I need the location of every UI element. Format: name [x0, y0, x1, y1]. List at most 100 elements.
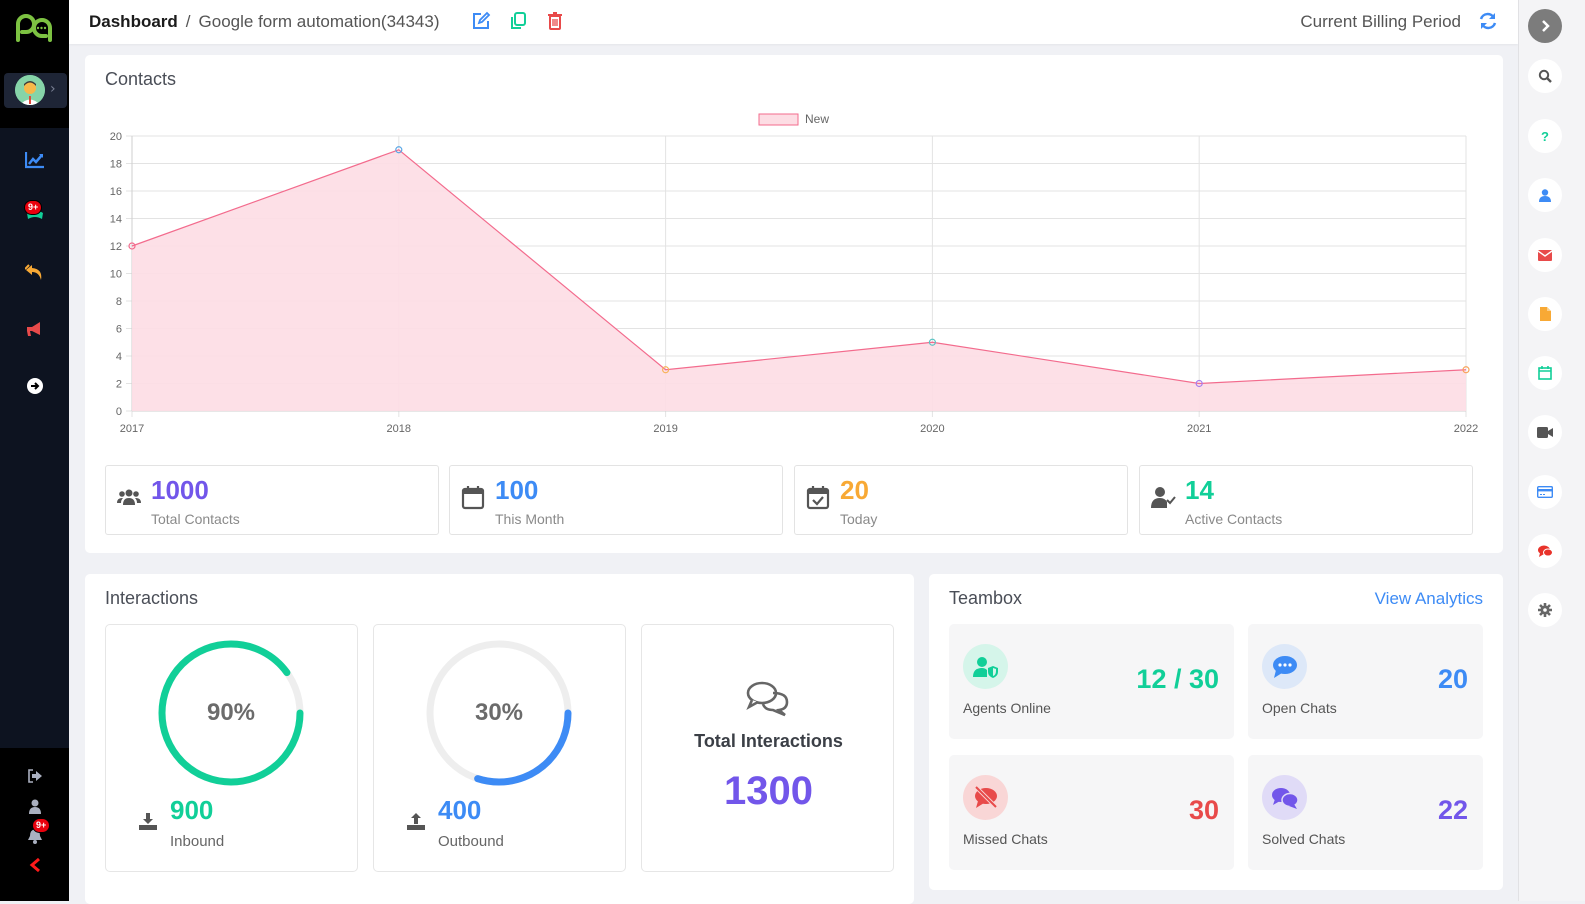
logout-icon	[27, 769, 42, 783]
billing-period-label: Current Billing Period	[1300, 12, 1461, 31]
agents-icon-circle	[963, 644, 1008, 689]
teambox-title: Teambox	[949, 588, 1023, 608]
rail-email-button[interactable]	[1528, 238, 1562, 272]
copy-icon[interactable]	[508, 11, 528, 31]
outbound-percent: 30%	[474, 699, 524, 726]
sidebar-item-replies[interactable]	[0, 252, 69, 292]
rail-help-button[interactable]: ?	[1528, 119, 1562, 153]
contact-icon	[1539, 188, 1551, 202]
calendar-icon	[461, 486, 485, 510]
sidebar-item-analytics[interactable]	[0, 140, 69, 180]
stat-this-month: 100 This Month	[449, 465, 783, 535]
tile-value: 22	[1437, 795, 1468, 825]
teambox-card: Teambox View Analytics Agents Online 12 …	[929, 574, 1503, 890]
profile-switcher[interactable]: ›	[4, 73, 67, 108]
tile-solved-chats[interactable]: Solved Chats 22	[1248, 755, 1483, 870]
y-tick-label: 8	[116, 296, 122, 308]
rail-search-button[interactable]	[1528, 59, 1562, 93]
tile-label: Solved Chats	[1262, 831, 1346, 847]
chevron-left-icon	[29, 857, 40, 873]
rail-document-button[interactable]	[1528, 297, 1562, 331]
calendar-check-icon	[806, 486, 830, 510]
stat-label: Total Contacts	[151, 511, 240, 527]
refresh-icon[interactable]	[1478, 11, 1498, 31]
search-icon	[1538, 69, 1552, 83]
top-header: Dashboard / Google form automation(34343…	[69, 0, 1518, 44]
right-rail: ?	[1518, 0, 1585, 901]
user-check-icon	[1151, 487, 1176, 508]
solved-chats-icon-circle	[1262, 775, 1307, 820]
reply-all-icon	[24, 264, 41, 280]
email-icon	[1538, 249, 1552, 261]
stat-value: 1000	[151, 475, 209, 505]
total-interactions-value: 1300	[724, 769, 813, 813]
upload-icon	[407, 813, 425, 830]
video-icon	[1537, 426, 1553, 438]
tile-agents-online[interactable]: Agents Online 12 / 30	[949, 624, 1234, 739]
comment-dots-icon	[1272, 655, 1297, 678]
comments-icon	[1538, 545, 1553, 557]
y-tick-label: 20	[110, 131, 122, 143]
stat-label: Today	[840, 511, 878, 527]
series-area	[132, 149, 1466, 411]
sidebar-item-chats[interactable]: 9+	[0, 194, 69, 234]
tile-label: Missed Chats	[963, 831, 1048, 847]
sidebar-item-go[interactable]	[0, 366, 69, 406]
app-logo[interactable]	[14, 14, 54, 44]
stat-value: 14	[1185, 475, 1214, 505]
y-tick-label: 16	[110, 186, 122, 198]
download-icon	[139, 813, 157, 830]
x-tick-label: 2021	[1187, 423, 1211, 435]
credit-card-icon	[1537, 486, 1553, 498]
contacts-title: Contacts	[105, 69, 177, 89]
avatar	[15, 75, 45, 105]
view-analytics-link[interactable]: View Analytics	[1375, 589, 1483, 609]
x-tick-label: 2020	[920, 423, 944, 435]
stat-value: 20	[840, 475, 869, 505]
y-tick-label: 0	[116, 406, 122, 418]
sidebar-item-campaigns[interactable]	[0, 309, 69, 349]
sidebar-nav: 9+	[0, 128, 69, 748]
tile-value: 12 / 30	[1136, 664, 1219, 694]
inbound-progress-ring: 90%	[156, 638, 306, 788]
stat-value: 100	[495, 475, 539, 505]
rail-chat-button[interactable]	[1528, 534, 1562, 568]
logout-button[interactable]	[0, 764, 69, 788]
rail-video-button[interactable]	[1528, 415, 1562, 449]
outbound-progress-ring: 30%	[424, 638, 574, 788]
stat-label: This Month	[495, 511, 565, 527]
chevron-right-icon	[1542, 20, 1550, 32]
legend-swatch	[758, 113, 799, 126]
rail-contact-button[interactable]	[1528, 178, 1562, 212]
help-icon: ?	[1541, 128, 1549, 144]
expand-rail-button[interactable]	[1528, 9, 1562, 43]
breadcrumb-current: Google form automation(34343)	[198, 12, 440, 31]
breadcrumb-dashboard-link[interactable]: Dashboard	[89, 12, 178, 32]
y-tick-label: 2	[116, 379, 122, 391]
collapse-sidebar-button[interactable]	[0, 853, 69, 877]
missed-chats-icon-circle	[963, 775, 1008, 820]
contacts-chart: 0 2 4 6 8 10 12 14 16 18 20 2017 2018 2019 2020 2021 202…	[110, 112, 1478, 435]
notifications-button[interactable]: 9+	[0, 818, 69, 848]
tile-missed-chats[interactable]: Missed Chats 30	[949, 755, 1234, 870]
edit-icon[interactable]	[471, 11, 491, 31]
rail-calendar-button[interactable]	[1528, 356, 1562, 390]
tile-label: Open Chats	[1262, 700, 1337, 716]
user-shield-icon	[972, 656, 998, 678]
rail-billing-button[interactable]	[1528, 475, 1562, 509]
megaphone-icon	[26, 322, 40, 336]
breadcrumb: Dashboard / Google form automation(34343…	[89, 12, 440, 32]
users-icon	[117, 489, 141, 505]
rail-settings-button[interactable]	[1528, 593, 1562, 627]
chats-badge: 9+	[24, 200, 43, 215]
calendar-icon	[1538, 366, 1552, 380]
delete-icon[interactable]	[545, 11, 565, 31]
inbound-box: 90% 900 Inbound	[105, 624, 358, 872]
total-interactions-box: Total Interactions 1300	[641, 624, 894, 872]
inbound-label: Inbound	[170, 833, 225, 850]
y-tick-label: 12	[110, 241, 122, 253]
x-tick-label: 2019	[653, 423, 677, 435]
user-button[interactable]	[0, 794, 69, 818]
tile-open-chats[interactable]: Open Chats 20	[1248, 624, 1483, 739]
x-tick-label: 2017	[120, 423, 144, 435]
